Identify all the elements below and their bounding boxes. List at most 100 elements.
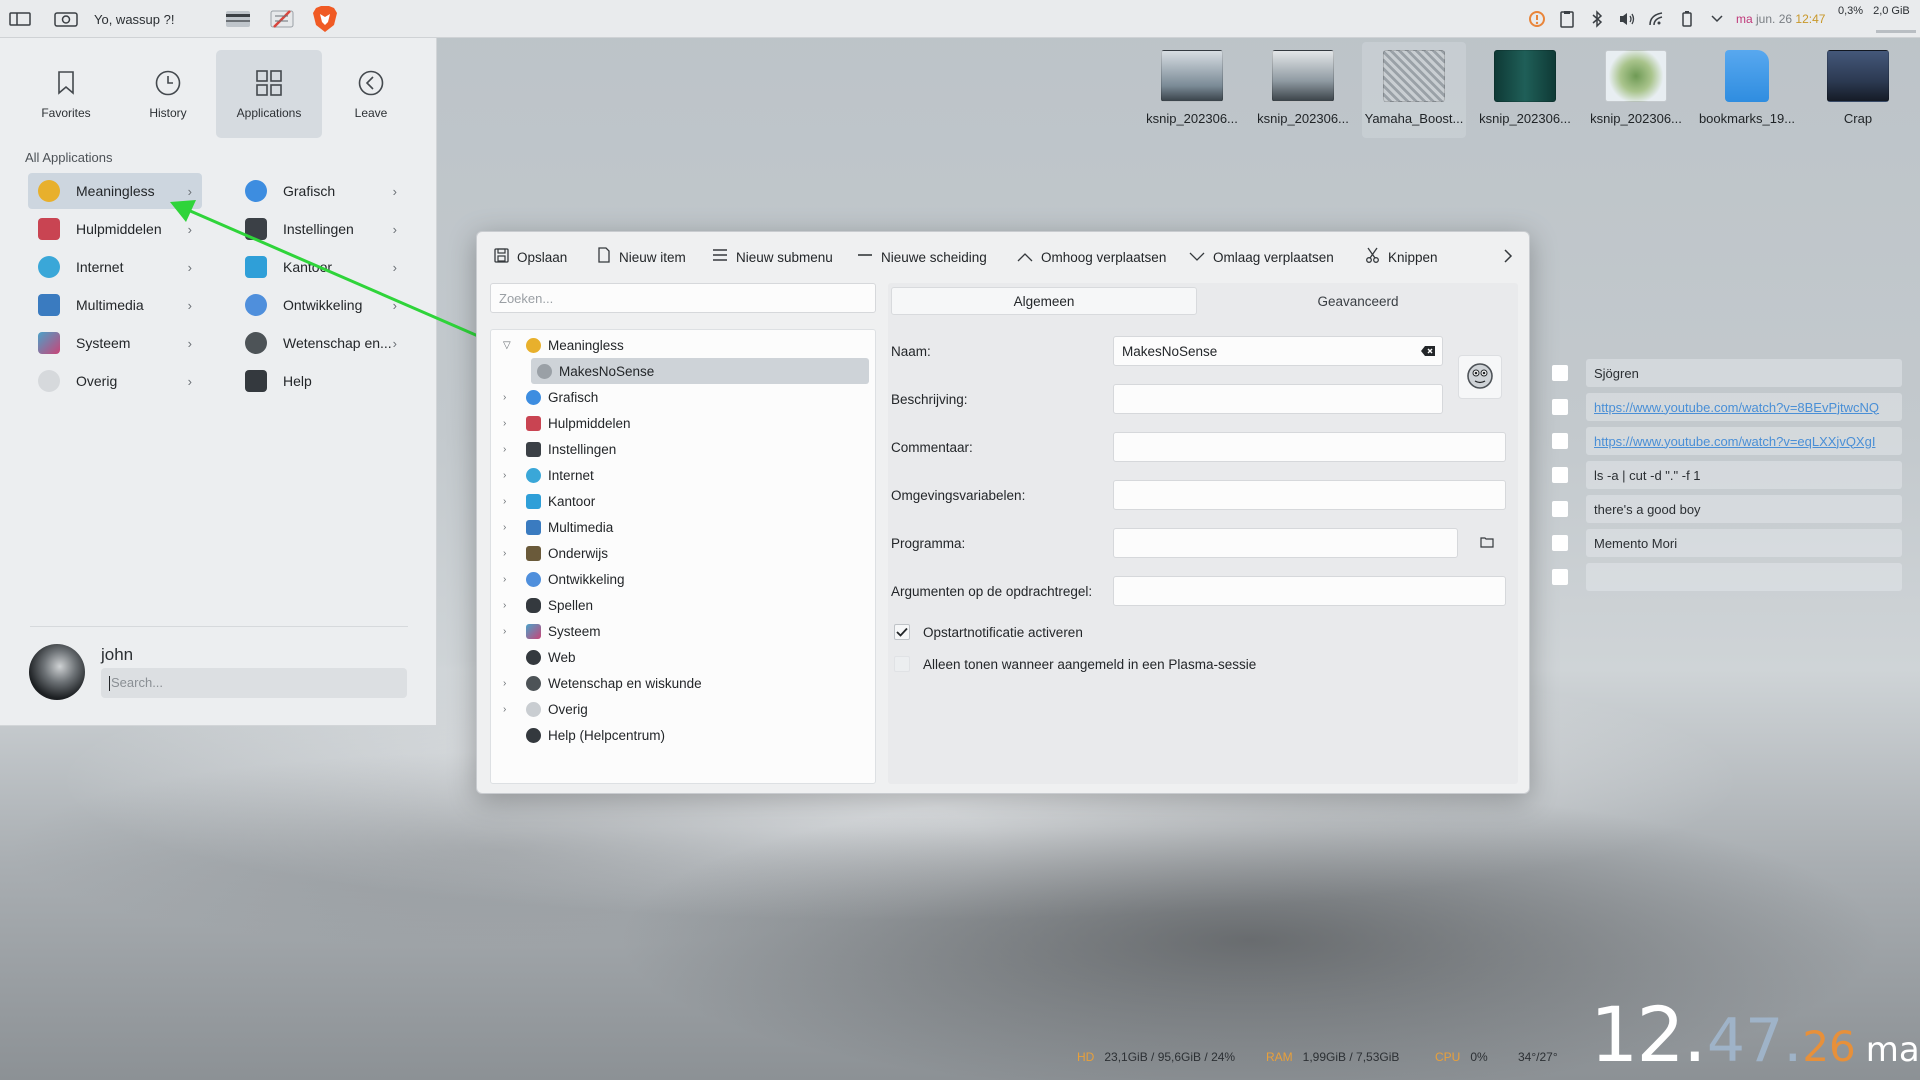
tree-item-instellingen[interactable]: › Instellingen xyxy=(503,436,616,462)
note-checkbox[interactable] xyxy=(1552,535,1568,551)
tree-item-kantoor[interactable]: › Kantoor xyxy=(503,488,595,514)
chevron-right-icon[interactable]: › xyxy=(503,392,517,403)
new-item-button[interactable]: Nieuw item xyxy=(597,243,686,271)
chevron-right-icon[interactable]: › xyxy=(503,522,517,533)
html-file-globe-icon xyxy=(1725,50,1769,102)
env-vars-field[interactable] xyxy=(1113,480,1506,510)
desktop-icon-bookmarks[interactable]: bookmarks_19... xyxy=(1695,50,1799,136)
tree-item-label: Onderwijs xyxy=(548,545,609,561)
tree-item-systeem[interactable]: › Systeem xyxy=(503,618,601,644)
tree-item-meaningless[interactable]: ▽ Meaningless xyxy=(503,332,624,358)
tree-item-hulpmiddelen[interactable]: › Hulpmiddelen xyxy=(503,410,631,436)
tree-item-multimedia[interactable]: › Multimedia xyxy=(503,514,613,540)
note-text[interactable]: ls -a | cut -d "." -f 1 xyxy=(1586,461,1902,489)
name-field[interactable]: MakesNoSense xyxy=(1113,336,1443,366)
note-link[interactable]: https://www.youtube.com/watch?v=eqLXXjvQ… xyxy=(1586,427,1902,455)
menu-tree: ▽ Meaningless MakesNoSense › Grafisch › … xyxy=(490,329,876,784)
note-item[interactable]: https://www.youtube.com/watch?v=8BEvPjtw… xyxy=(1546,392,1902,422)
checkbox-checked-icon xyxy=(894,624,910,640)
note-checkbox[interactable] xyxy=(1552,569,1568,585)
chevron-up-icon xyxy=(1017,249,1033,266)
note-item[interactable]: Sjögren xyxy=(1546,358,1902,388)
stat-hd-label: HD xyxy=(1077,1050,1095,1064)
tab-advanced[interactable]: Geavanceerd xyxy=(1205,287,1511,315)
clear-text-icon[interactable] xyxy=(1420,345,1436,360)
chevron-right-icon[interactable]: › xyxy=(503,678,517,689)
tree-item-makesnosense[interactable]: MakesNoSense xyxy=(531,358,869,384)
note-link[interactable]: https://www.youtube.com/watch?v=8BEvPjtw… xyxy=(1586,393,1902,421)
move-down-button[interactable]: Omlaag verplaatsen xyxy=(1189,243,1334,271)
tree-item-web[interactable]: Web xyxy=(503,644,576,670)
chevron-right-icon[interactable]: › xyxy=(503,600,517,611)
startup-notify-checkbox[interactable]: Opstartnotificatie activeren xyxy=(894,624,1083,640)
plasma-only-label: Alleen tonen wanneer aangemeld in een Pl… xyxy=(923,656,1257,672)
app-placeholder-icon xyxy=(537,363,552,379)
chevron-right-icon[interactable]: › xyxy=(503,496,517,507)
desktop-icon-yamaha[interactable]: Yamaha_Boost... xyxy=(1362,42,1466,138)
desktop-icon-crap[interactable]: Crap xyxy=(1806,50,1910,136)
tree-item-wetenschap[interactable]: › Wetenschap en wiskunde xyxy=(503,670,702,696)
note-text[interactable]: Memento Mori xyxy=(1586,529,1902,557)
note-checkbox[interactable] xyxy=(1552,501,1568,517)
note-item[interactable]: there's a good boy xyxy=(1546,494,1902,524)
note-item[interactable]: https://www.youtube.com/watch?v=eqLXXjvQ… xyxy=(1546,426,1902,456)
note-item[interactable] xyxy=(1546,562,1902,592)
description-label: Beschrijving: xyxy=(891,392,968,407)
tree-item-help[interactable]: Help (Helpcentrum) xyxy=(503,722,665,748)
stat-ram-label: RAM xyxy=(1266,1050,1293,1064)
chevron-right-icon[interactable]: › xyxy=(503,418,517,429)
desktop-icon-ksnip-2[interactable]: ksnip_202306... xyxy=(1251,50,1355,136)
toolbar-overflow-button[interactable] xyxy=(1503,243,1513,271)
description-field[interactable] xyxy=(1113,384,1443,414)
chevron-right-icon[interactable]: › xyxy=(503,626,517,637)
image-thumbnail-icon xyxy=(1494,50,1556,102)
image-thumbnail-icon xyxy=(1161,50,1223,102)
note-item[interactable]: Memento Mori xyxy=(1546,528,1902,558)
arguments-field[interactable] xyxy=(1113,576,1506,606)
tree-item-ontwikkeling[interactable]: › Ontwikkeling xyxy=(503,566,625,592)
chevron-right-icon[interactable]: › xyxy=(503,548,517,559)
move-down-button-label: Omlaag verplaatsen xyxy=(1213,249,1334,265)
desktop-icon-ksnip-3[interactable]: ksnip_202306... xyxy=(1473,50,1577,136)
new-separator-button[interactable]: Nieuwe scheiding xyxy=(857,243,987,271)
new-item-button-label: Nieuw item xyxy=(619,249,686,265)
comment-field[interactable] xyxy=(1113,432,1506,462)
scissors-icon xyxy=(1365,247,1380,267)
note-checkbox[interactable] xyxy=(1552,433,1568,449)
tree-item-overig[interactable]: › Overig xyxy=(503,696,588,722)
chevron-right-icon[interactable]: › xyxy=(503,444,517,455)
comment-label: Commentaar: xyxy=(891,440,973,455)
chevron-down-icon[interactable]: ▽ xyxy=(503,340,517,351)
clock-separator: . xyxy=(1783,1006,1803,1076)
note-item[interactable]: ls -a | cut -d "." -f 1 xyxy=(1546,460,1902,490)
browse-program-button[interactable] xyxy=(1471,530,1503,556)
tree-item-spellen[interactable]: › Spellen xyxy=(503,592,593,618)
desktop-icon-ksnip-4[interactable]: ksnip_202306... xyxy=(1584,50,1688,136)
tree-item-onderwijs[interactable]: › Onderwijs xyxy=(503,540,608,566)
tab-general[interactable]: Algemeen xyxy=(891,287,1197,315)
move-up-button[interactable]: Omhoog verplaatsen xyxy=(1017,243,1166,271)
note-text[interactable]: there's a good boy xyxy=(1586,495,1902,523)
note-checkbox[interactable] xyxy=(1552,467,1568,483)
chevron-right-icon[interactable]: › xyxy=(503,704,517,715)
plasma-only-checkbox[interactable]: Alleen tonen wanneer aangemeld in een Pl… xyxy=(894,656,1256,672)
toolbox-icon xyxy=(526,415,541,431)
program-field[interactable] xyxy=(1113,528,1458,558)
tree-item-internet[interactable]: › Internet xyxy=(503,462,594,488)
cut-button[interactable]: Knippen xyxy=(1365,243,1438,271)
new-submenu-button[interactable]: Nieuw submenu xyxy=(712,243,833,271)
chevron-right-icon[interactable]: › xyxy=(503,470,517,481)
desktop-icon-ksnip-1[interactable]: ksnip_202306... xyxy=(1140,50,1244,136)
icon-picker-button[interactable] xyxy=(1458,355,1502,399)
menu-search-input[interactable]: Zoeken... xyxy=(490,283,876,313)
desktop-icon-label: Yamaha_Boost... xyxy=(1364,111,1464,126)
note-checkbox[interactable] xyxy=(1552,399,1568,415)
chevron-right-icon[interactable]: › xyxy=(503,574,517,585)
note-text[interactable]: Sjögren xyxy=(1586,359,1902,387)
note-text[interactable] xyxy=(1586,563,1902,591)
tree-item-grafisch[interactable]: › Grafisch xyxy=(503,384,598,410)
name-field-value: MakesNoSense xyxy=(1122,344,1218,359)
save-button[interactable]: Opslaan xyxy=(494,243,567,271)
note-checkbox[interactable] xyxy=(1552,365,1568,381)
program-label: Programma: xyxy=(891,536,966,551)
